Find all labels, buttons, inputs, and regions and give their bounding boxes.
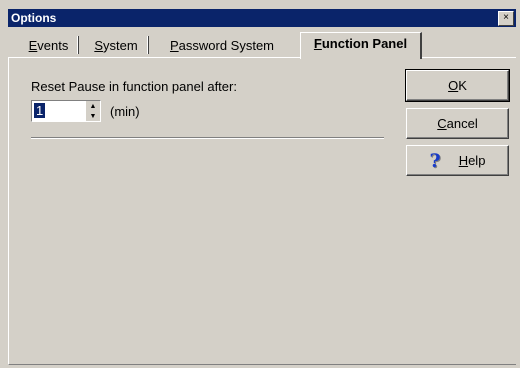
reset-pause-label: Reset Pause in function panel after: (31, 79, 237, 94)
close-icon: × (503, 12, 509, 23)
unit-label: (min) (110, 104, 140, 119)
tab-function-panel[interactable]: Function Panel (300, 32, 422, 59)
tab-system-accel: S (94, 38, 103, 53)
tab-function-panel-accel: F (313, 36, 322, 51)
help-button[interactable]: ? Help (406, 145, 509, 176)
help-label: elp (468, 153, 486, 168)
tab-password-system-accel: P (169, 38, 179, 53)
ok-accel: O (448, 78, 459, 93)
title-bar: Options × (8, 9, 516, 27)
reset-pause-spinner[interactable]: 1 ▲ ▼ (31, 100, 101, 122)
help-accel: H (458, 153, 469, 168)
tab-events[interactable]: Events (20, 36, 79, 57)
tab-system-label: ystem (103, 38, 138, 53)
tab-events-label: vents (37, 38, 69, 53)
tab-function-panel-label: unction Panel (321, 36, 408, 51)
spin-up-button[interactable]: ▲ (86, 101, 100, 111)
tab-password-system[interactable]: Password System (158, 36, 286, 57)
spin-down-button[interactable]: ▼ (86, 111, 100, 121)
triangle-up-icon: ▲ (89, 102, 97, 110)
tab-password-system-label: assword System (178, 38, 275, 53)
cancel-button[interactable]: Cancel (406, 108, 509, 139)
triangle-down-icon: ▼ (89, 112, 97, 120)
divider (31, 137, 384, 139)
cancel-accel: C (437, 116, 447, 131)
spinner-buttons: ▲ ▼ (86, 101, 100, 121)
ok-label: K (458, 78, 467, 93)
tab-events-accel: E (28, 38, 38, 53)
tab-system[interactable]: System (85, 36, 149, 57)
reset-pause-value[interactable]: 1 (34, 103, 46, 118)
window-title: Options (11, 11, 57, 25)
tab-strip: Events System Password System Function P… (8, 32, 516, 59)
ok-button[interactable]: OK (405, 69, 510, 102)
cancel-label: ancel (446, 116, 478, 131)
question-mark-icon: ? (429, 149, 441, 172)
close-button[interactable]: × (498, 11, 514, 26)
